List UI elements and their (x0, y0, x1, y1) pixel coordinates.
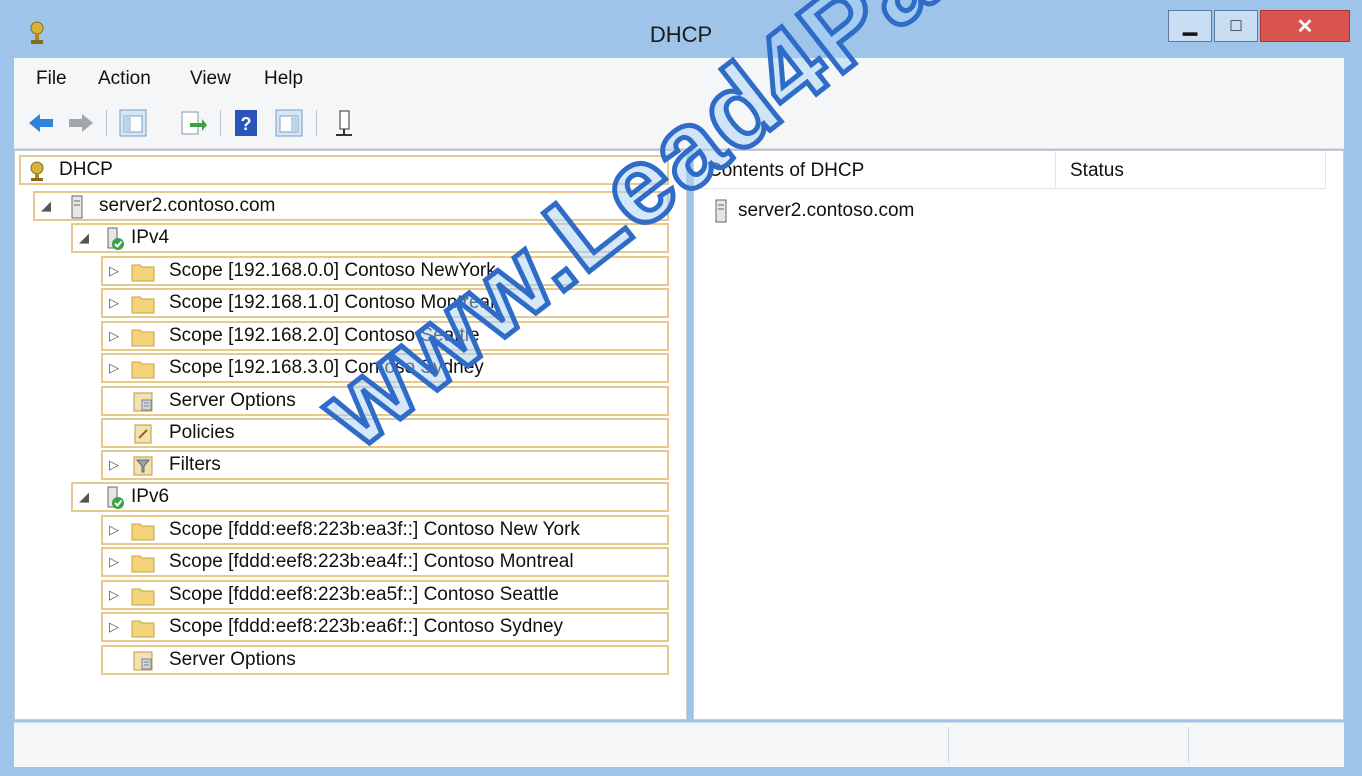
svg-text:?: ? (241, 114, 252, 134)
collapse-arrow-icon[interactable]: ◢ (79, 230, 89, 246)
filter-icon (133, 456, 153, 476)
forward-arrow-icon[interactable] (66, 108, 96, 138)
expand-arrow-icon[interactable]: ▷ (109, 295, 119, 311)
tree-label: DHCP (59, 159, 113, 180)
folder-icon (131, 296, 155, 314)
minimize-icon: ▁ (1183, 15, 1197, 35)
tree-label: Server Options (169, 390, 296, 411)
tree-item-scope[interactable]: ▷ Scope [fddd:eef8:223b:ea3f::] Contoso … (101, 515, 669, 545)
menu-help[interactable]: Help (264, 68, 303, 90)
export-list-icon[interactable] (178, 108, 208, 138)
tree-label: Scope [fddd:eef8:223b:ea5f::] Contoso Se… (169, 584, 559, 605)
ipv6-node-icon (107, 486, 124, 509)
close-button[interactable]: ✕ (1260, 10, 1350, 42)
title-bar[interactable]: DHCP ▁ □ ✕ (6, 6, 1356, 62)
menu-file[interactable]: File (36, 68, 67, 90)
show-hide-console-tree-icon[interactable] (118, 108, 148, 138)
close-icon: ✕ (1296, 16, 1314, 38)
collapse-arrow-icon[interactable]: ◢ (79, 489, 89, 505)
ipv4-node-icon (107, 227, 124, 250)
tree-item-scope[interactable]: ▷ Scope [fddd:eef8:223b:ea4f::] Contoso … (101, 547, 669, 577)
server-icon (71, 195, 83, 219)
tree-label: server2.contoso.com (99, 195, 276, 216)
collapse-arrow-icon[interactable]: ◢ (41, 198, 51, 214)
tree-item-ipv6[interactable]: ◢ IPv6 (71, 482, 669, 512)
folder-icon (131, 555, 155, 573)
tree-item-scope[interactable]: ▷ Scope [fddd:eef8:223b:ea5f::] Contoso … (101, 580, 669, 610)
expand-arrow-icon[interactable]: ▷ (109, 587, 119, 603)
expand-arrow-icon[interactable]: ▷ (109, 263, 119, 279)
folder-icon (131, 588, 155, 606)
server-options-icon (133, 651, 153, 671)
tree-item-scope[interactable]: ▷ Scope [fddd:eef8:223b:ea6f::] Contoso … (101, 612, 669, 642)
folder-icon (131, 620, 155, 638)
tree-label: Scope [fddd:eef8:223b:ea3f::] Contoso Ne… (169, 519, 580, 540)
help-icon[interactable]: ? (232, 108, 262, 138)
details-pane[interactable]: Contents of DHCP Status server2.contoso.… (693, 150, 1344, 720)
expand-arrow-icon[interactable]: ▷ (109, 522, 119, 538)
folder-icon (131, 523, 155, 541)
tree-label: IPv4 (131, 227, 170, 248)
list-item-name: server2.contoso.com (738, 200, 915, 221)
back-arrow-icon[interactable] (26, 108, 56, 138)
folder-icon (131, 329, 155, 347)
column-header-status[interactable]: Status (1056, 151, 1326, 189)
tree-label: Scope [fddd:eef8:223b:ea6f::] Contoso Sy… (169, 616, 564, 637)
folder-icon (131, 361, 155, 379)
tree-label: Scope [fddd:eef8:223b:ea4f::] Contoso Mo… (169, 551, 574, 572)
folder-icon (131, 264, 155, 282)
tree-label: Policies (169, 422, 235, 443)
maximize-button[interactable]: □ (1214, 10, 1258, 42)
server-options-icon (133, 392, 153, 412)
menu-action[interactable]: Action (98, 68, 151, 90)
dhcp-icon (30, 161, 44, 181)
maximize-icon: □ (1230, 15, 1242, 35)
policies-icon (134, 424, 152, 444)
expand-arrow-icon[interactable]: ▷ (109, 619, 119, 635)
status-bar (14, 722, 1344, 767)
window-title: DHCP (649, 22, 713, 47)
server-icon[interactable] (330, 108, 360, 138)
tree-label: Filters (169, 454, 221, 475)
expand-arrow-icon[interactable]: ▷ (109, 457, 119, 473)
expand-arrow-icon[interactable]: ▷ (109, 360, 119, 376)
minimize-button[interactable]: ▁ (1168, 10, 1212, 42)
expand-arrow-icon[interactable]: ▷ (109, 328, 119, 344)
show-hide-action-pane-icon[interactable] (274, 108, 304, 138)
tree-item-server-options[interactable]: Server Options (101, 645, 669, 675)
tree-label: Server Options (169, 649, 296, 670)
menu-view[interactable]: View (190, 68, 231, 90)
tree-label: IPv6 (131, 486, 170, 507)
expand-arrow-icon[interactable]: ▷ (109, 554, 119, 570)
